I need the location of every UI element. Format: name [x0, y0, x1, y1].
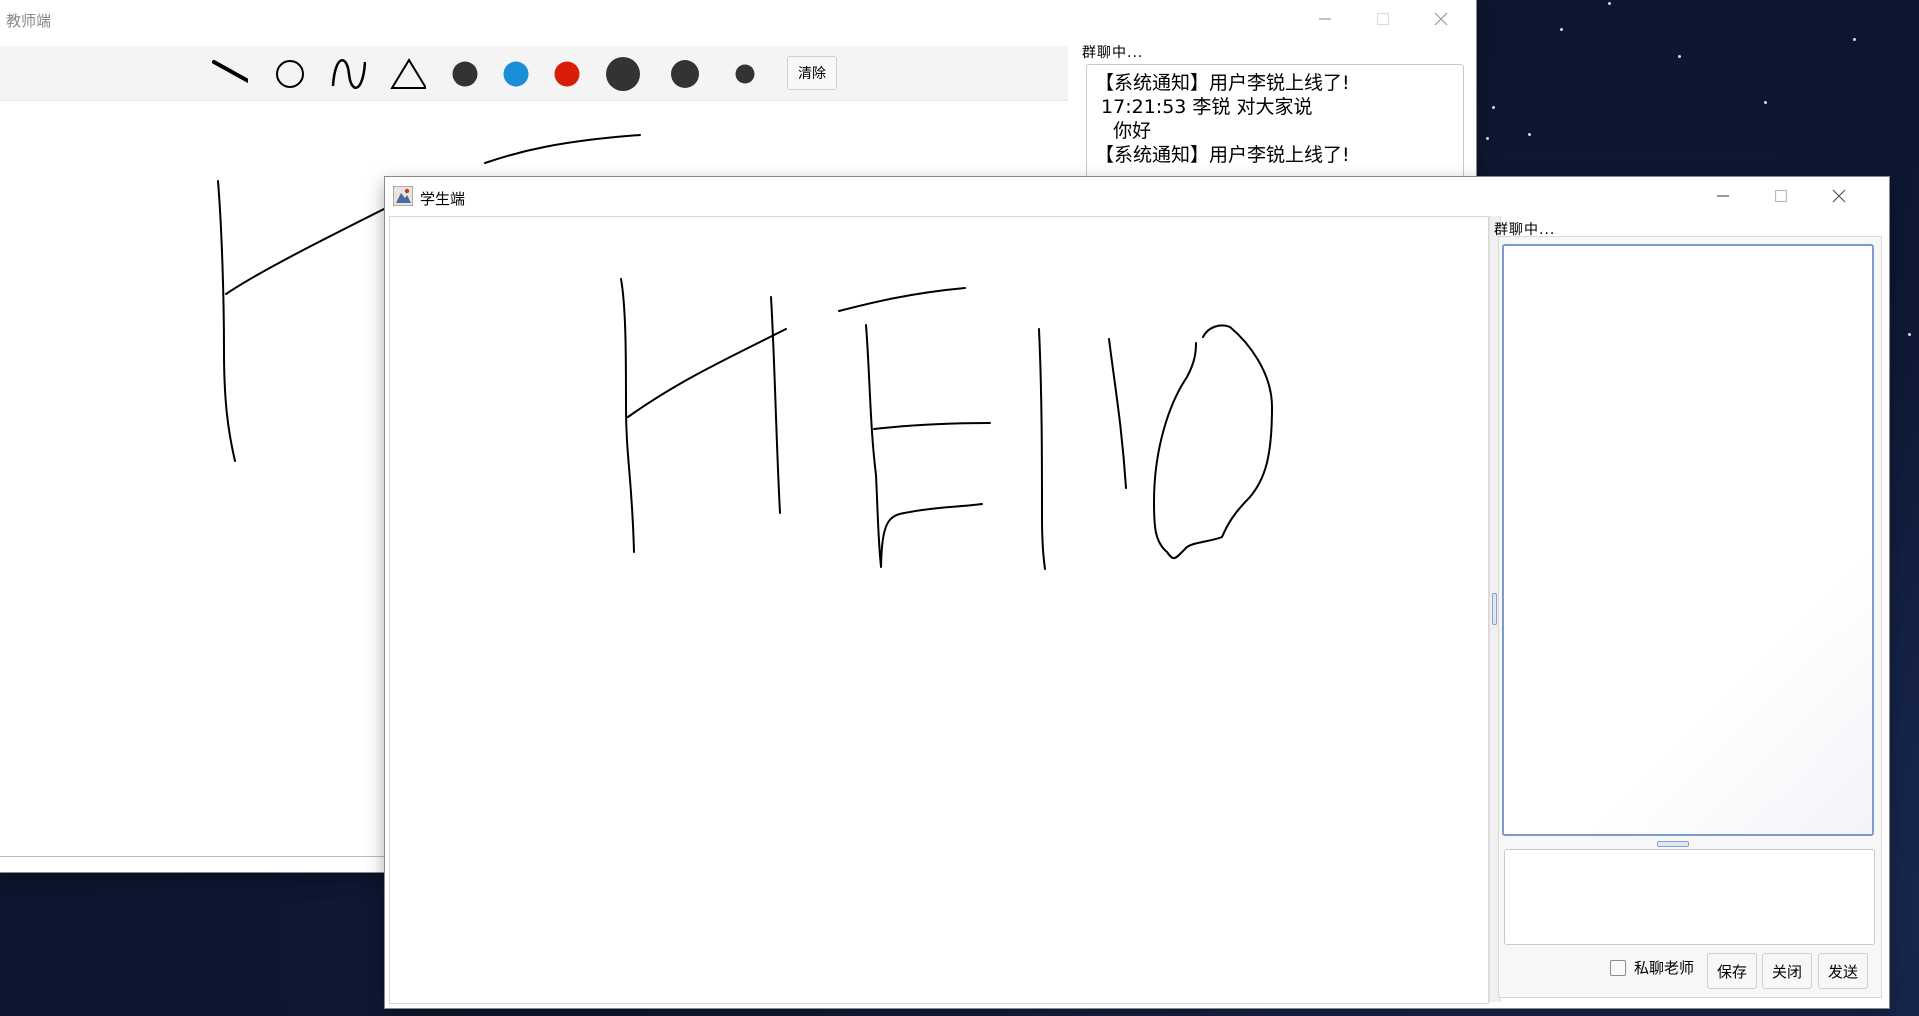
private-teacher-label: 私聊老师 — [1634, 959, 1695, 977]
maximize-icon — [1774, 189, 1788, 203]
teacher-window-title: 教师端 — [6, 12, 52, 30]
checkbox-icon[interactable] — [1610, 959, 1626, 976]
circle-tool[interactable] — [272, 56, 308, 92]
close-window-button[interactable] — [1412, 0, 1470, 38]
student-titlebar[interactable]: 学生端 — [385, 177, 1889, 215]
clear-button[interactable]: 清除 — [787, 56, 837, 90]
size-dot-icon — [735, 64, 755, 84]
student-chat-label: 群聊中... — [1494, 222, 1556, 238]
triangle-tool[interactable] — [390, 56, 426, 92]
size-medium[interactable] — [667, 56, 703, 92]
close-icon — [1434, 12, 1448, 26]
size-large[interactable] — [605, 56, 641, 92]
student-drawing-strokes — [620, 278, 1273, 570]
chat-message: 【系统通知】用户李锐上线了! — [1095, 72, 1350, 94]
close-window-button[interactable] — [1810, 177, 1868, 215]
color-black[interactable] — [447, 56, 483, 92]
splitter-grip-icon[interactable] — [1492, 593, 1497, 625]
send-button[interactable]: 发送 — [1818, 953, 1868, 989]
chat-input-splitter-grip-icon[interactable] — [1657, 841, 1689, 847]
size-dot-icon — [606, 57, 640, 91]
save-button[interactable]: 保存 — [1707, 953, 1757, 989]
student-drawing-canvas[interactable] — [389, 216, 1489, 1004]
maximize-button[interactable] — [1752, 177, 1810, 215]
student-chat-history[interactable] — [1502, 244, 1874, 836]
curve-tool-icon — [331, 58, 366, 90]
size-small[interactable] — [727, 56, 763, 92]
student-window-title: 学生端 — [420, 190, 466, 208]
line-tool[interactable] — [212, 56, 248, 92]
color-red[interactable] — [549, 56, 585, 92]
line-tool-icon — [212, 60, 248, 84]
minimize-icon — [1717, 195, 1729, 197]
curve-tool[interactable] — [330, 56, 366, 92]
color-swatch-icon — [503, 61, 529, 87]
size-dot-icon — [671, 60, 699, 88]
chat-message: 你好 — [1095, 120, 1152, 142]
private-teacher-checkbox[interactable]: 私聊老师 — [1610, 957, 1694, 978]
teacher-titlebar[interactable]: 教师端 — [0, 0, 1476, 38]
maximize-button[interactable] — [1354, 0, 1412, 38]
color-swatch-icon — [554, 61, 580, 87]
teacher-chat-label: 群聊中... — [1082, 45, 1144, 61]
triangle-tool-icon — [390, 58, 426, 89]
circle-tool-icon — [276, 60, 304, 88]
minimize-button[interactable] — [1296, 0, 1354, 38]
minimize-button[interactable] — [1694, 177, 1752, 215]
minimize-icon — [1319, 18, 1331, 20]
color-blue[interactable] — [498, 56, 534, 92]
message-input[interactable] — [1504, 849, 1875, 945]
java-app-icon — [393, 186, 413, 206]
chat-message: 【系统通知】用户李锐上线了! — [1095, 144, 1350, 166]
chat-message: 17:21:53 李锐 对大家说 — [1095, 96, 1313, 118]
student-window: 学生端 群聊中... 私聊老师 保存 关闭 发送 — [385, 177, 1889, 1008]
close-button[interactable]: 关闭 — [1762, 953, 1812, 989]
close-icon — [1832, 189, 1846, 203]
color-swatch-icon — [452, 61, 478, 87]
maximize-icon — [1376, 12, 1390, 26]
drawing-toolbar: 清除 — [0, 46, 1068, 101]
